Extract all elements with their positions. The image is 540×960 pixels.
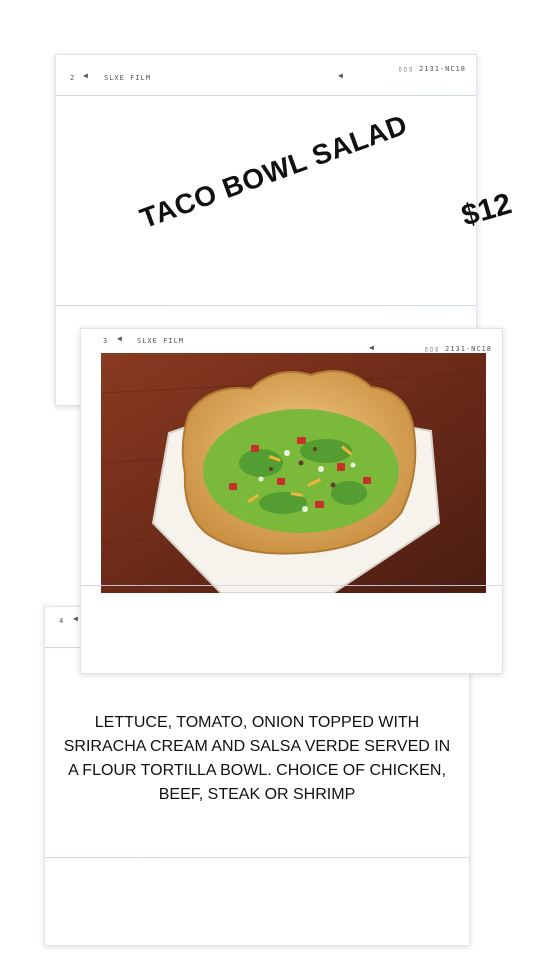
menu-item-description: LETTUCE, TOMATO, ONION TOPPED WITH SRIRA… <box>63 714 451 803</box>
frame-number: 4 <box>59 617 65 625</box>
film-divider <box>45 857 469 858</box>
taco-bowl-photo <box>101 353 486 593</box>
film-code: ▯▯▯ 2131-NC18 <box>424 345 492 353</box>
menu-item-title: TACO BOWL SALAD <box>136 108 412 235</box>
lettuce-filling <box>203 409 399 533</box>
menu-item-price: $12 <box>458 187 516 233</box>
film-arrow-icon: ◀ <box>117 334 122 343</box>
film-name: SLXE FILM <box>137 337 184 345</box>
photo-card: 3 ◀ SLXE FILM ◀ ▯▯▯ 2131-NC18 <box>80 328 503 674</box>
taco-bowl-image <box>101 353 486 593</box>
frame-number: 3 <box>103 337 109 345</box>
film-arrow-icon: ◀ <box>73 614 78 623</box>
film-arrow-icon: ◀ <box>369 343 374 352</box>
film-divider <box>81 585 502 586</box>
